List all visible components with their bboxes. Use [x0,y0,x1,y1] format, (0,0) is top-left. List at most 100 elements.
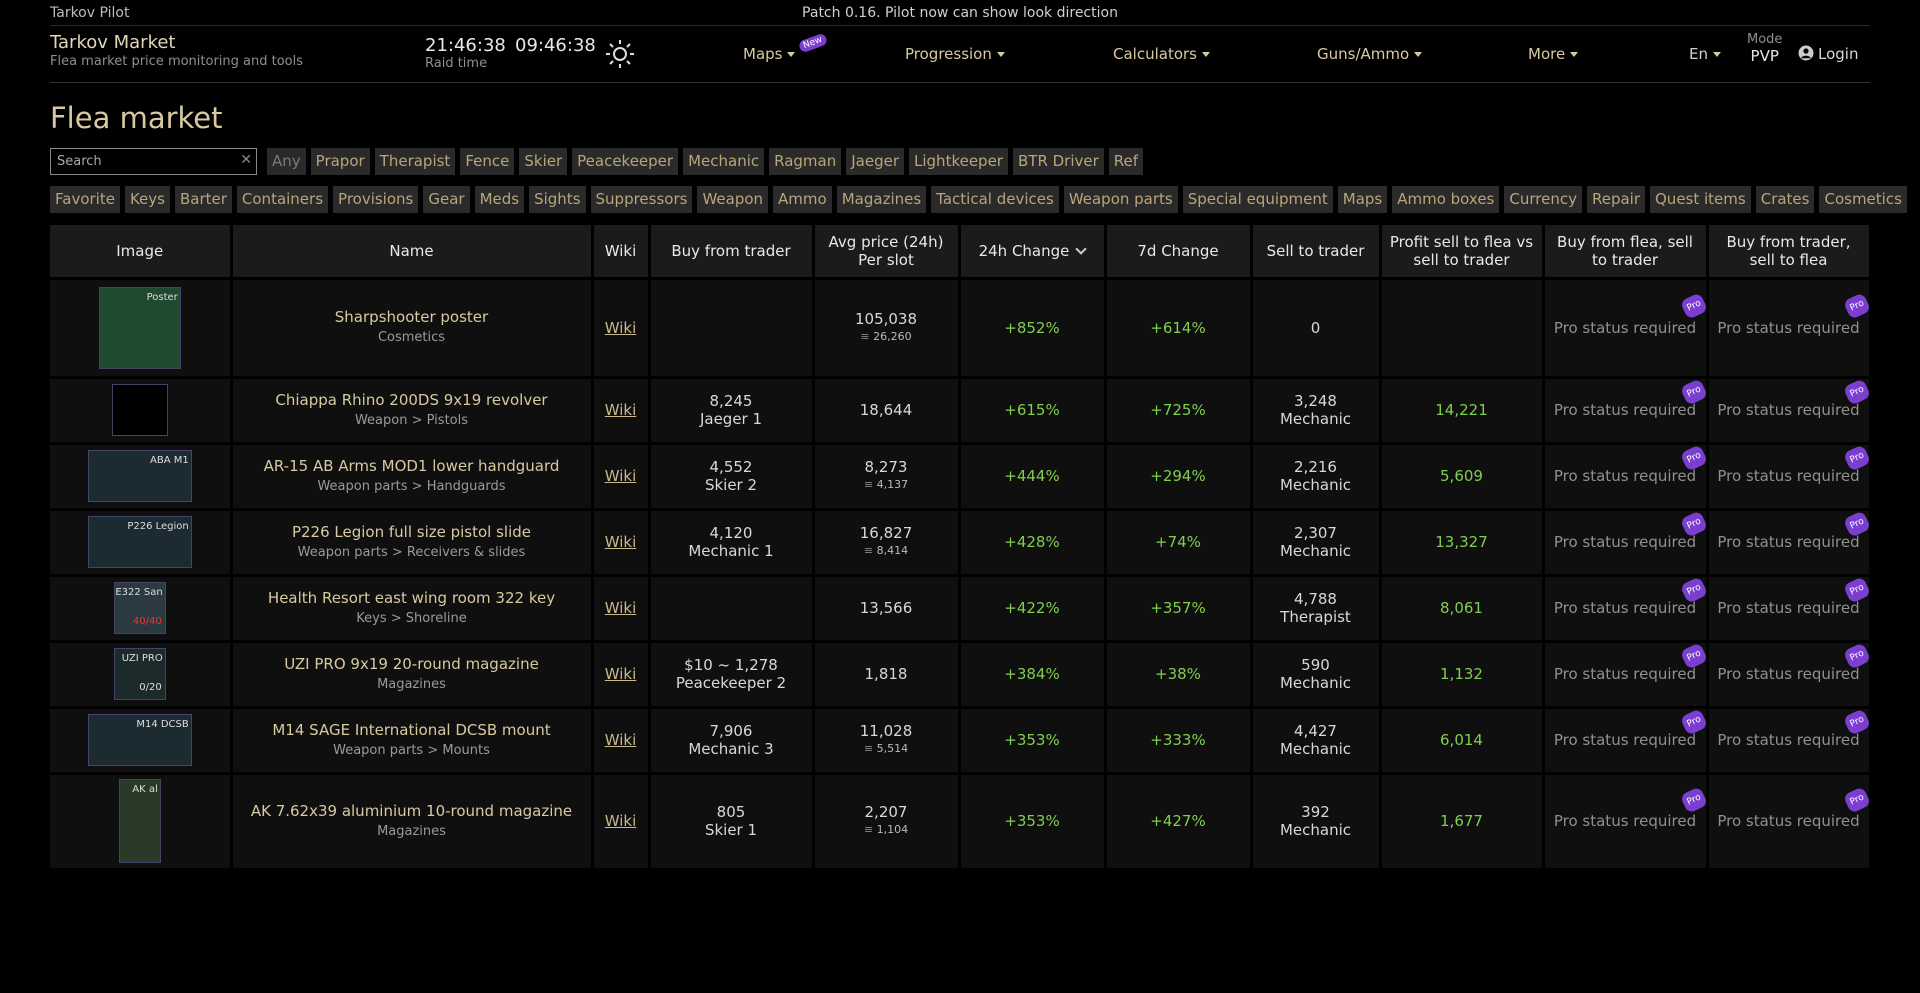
trader-chip-any[interactable]: Any [267,148,306,175]
item-category[interactable]: Magazines [237,823,587,841]
wiki-link[interactable]: Wiki [605,665,637,683]
nav-progression[interactable]: Progression [905,45,1005,63]
trader-to-flea-cell[interactable]: Pro status required Pro [1707,441,1872,509]
category-chip-favorite[interactable]: Favorite [50,186,120,213]
clear-search-icon[interactable]: ✕ [240,152,252,168]
trader-chip-jaeger[interactable]: Jaeger [846,148,905,175]
trader-chip-peacekeeper[interactable]: Peacekeeper [572,148,679,175]
item-name[interactable]: AR-15 AB Arms MOD1 lower handguard [237,457,587,475]
table-row[interactable]: Poster Sharpshooter poster Cosmetics Wiki 10… [50,276,1872,377]
table-row[interactable]: M14 DCSB M14 SAGE International DCSB moun… [50,705,1872,773]
search-input[interactable] [51,149,231,174]
category-chip-provisions[interactable]: Provisions [333,186,419,213]
wiki-link[interactable]: Wiki [605,467,637,485]
trader-chip-fence[interactable]: Fence [460,148,515,175]
category-chip-sights[interactable]: Sights [529,186,586,213]
wiki-link[interactable]: Wiki [605,599,637,617]
flea-to-trader-cell[interactable]: Pro status required Pro [1543,771,1709,868]
item-thumbnail[interactable] [111,384,168,436]
flea-to-trader-cell[interactable]: Pro status required Pro [1543,639,1709,707]
wiki-link[interactable]: Wiki [605,533,637,551]
item-thumbnail[interactable]: P226 Legion [87,516,192,568]
item-name-cell[interactable]: Health Resort east wing room 322 key Keys… [231,573,594,641]
category-chip-suppressors[interactable]: Suppressors [590,186,693,213]
item-name-cell[interactable]: Sharpshooter poster Cosmetics [231,276,594,377]
language-select[interactable]: En [1689,45,1721,63]
item-name-cell[interactable]: M14 SAGE International DCSB mount Weapon … [231,705,594,773]
wiki-link[interactable]: Wiki [605,731,637,749]
site-title[interactable]: Tarkov Market [50,32,303,53]
trader-chip-ragman[interactable]: Ragman [769,148,842,175]
trader-to-flea-cell[interactable]: Pro status required Pro [1707,573,1872,641]
trader-chip-prapor[interactable]: Prapor [310,148,370,175]
column-header-profit[interactable]: Profit sell to flea vs sell to trader [1380,225,1545,278]
item-name[interactable]: Health Resort east wing room 322 key [237,589,587,607]
item-category[interactable]: Weapon parts > Handguards [237,478,587,496]
category-chip-weapon-parts[interactable]: Weapon parts [1063,186,1178,213]
item-name[interactable]: P226 Legion full size pistol slide [237,523,587,541]
item-category[interactable]: Cosmetics [237,329,587,347]
column-header-flea-to-trader[interactable]: Buy from flea, sell to trader [1543,225,1709,278]
item-name-cell[interactable]: AK 7.62x39 aluminium 10-round magazine Ma… [231,771,594,868]
item-name[interactable]: Sharpshooter poster [237,308,587,326]
nav-maps[interactable]: Maps New [743,32,828,63]
item-thumbnail[interactable]: AK al [118,779,161,864]
item-name-cell[interactable]: AR-15 AB Arms MOD1 lower handguard Weapon… [231,441,594,509]
item-category[interactable]: Magazines [237,676,587,694]
table-row[interactable]: AK al AK 7.62x39 aluminium 10-round magaz… [50,771,1872,868]
category-chip-maps[interactable]: Maps [1337,186,1388,213]
item-thumbnail[interactable]: UZI PRO 0/20 [113,648,166,700]
trader-to-flea-cell[interactable]: Pro status required Pro [1707,771,1872,868]
flea-to-trader-cell[interactable]: Pro status required Pro [1543,573,1709,641]
mode-switch[interactable]: Mode PVP [1747,32,1782,65]
table-row[interactable]: E322 San 40/40 Health Resort east wing roo… [50,573,1872,641]
category-chip-cosmetics[interactable]: Cosmetics [1819,186,1907,213]
trader-chip-skier[interactable]: Skier [519,148,568,175]
flea-to-trader-cell[interactable]: Pro status required Pro [1543,705,1709,773]
category-chip-meds[interactable]: Meds [474,186,525,213]
trader-to-flea-cell[interactable]: Pro status required Pro [1707,639,1872,707]
category-chip-repair[interactable]: Repair [1586,186,1645,213]
trader-to-flea-cell[interactable]: Pro status required Pro [1707,705,1872,773]
theme-sun-icon[interactable] [605,39,635,69]
patch-notice[interactable]: Patch 0.16. Pilot now can show look dire… [50,5,1870,21]
item-category[interactable]: Weapon parts > Receivers & slides [237,544,587,562]
item-name-cell[interactable]: UZI PRO 9x19 20-round magazine Magazines [231,639,594,707]
trader-chip-mechanic[interactable]: Mechanic [683,148,765,175]
category-chip-magazines[interactable]: Magazines [836,186,927,213]
item-name[interactable]: M14 SAGE International DCSB mount [237,721,587,739]
trader-chip-ref[interactable]: Ref [1108,148,1144,175]
item-thumbnail[interactable]: M14 DCSB [87,714,192,766]
column-header-7d-change[interactable]: 7d Change [1105,225,1253,278]
category-chip-special-equipment[interactable]: Special equipment [1182,186,1333,213]
wiki-link[interactable]: Wiki [605,401,637,419]
flea-to-trader-cell[interactable]: Pro status required Pro [1543,375,1709,443]
column-header-24h-change[interactable]: 24h Change [959,225,1107,278]
item-name[interactable]: Chiappa Rhino 200DS 9x19 revolver [237,391,587,409]
category-chip-quest-items[interactable]: Quest items [1650,186,1751,213]
item-name[interactable]: UZI PRO 9x19 20-round magazine [237,655,587,673]
item-name[interactable]: AK 7.62x39 aluminium 10-round magazine [237,802,587,820]
column-header-avg-price[interactable]: Avg price (24h) Per slot [813,225,961,278]
item-category[interactable]: Weapon parts > Mounts [237,742,587,760]
item-category[interactable]: Weapon > Pistols [237,412,587,430]
table-row[interactable]: UZI PRO 0/20 UZI PRO 9x19 20-round magazin… [50,639,1872,707]
column-header-buy-from-trader[interactable]: Buy from trader [649,225,815,278]
wiki-link[interactable]: Wiki [605,812,637,830]
category-chip-gear[interactable]: Gear [423,186,470,213]
table-row[interactable]: Chiappa Rhino 200DS 9x19 revolver Weapon … [50,375,1872,443]
nav-calculators[interactable]: Calculators [1113,45,1210,63]
item-thumbnail[interactable]: E322 San 40/40 [113,582,166,634]
flea-to-trader-cell[interactable]: Pro status required Pro [1543,276,1709,377]
brand[interactable]: Tarkov Market Flea market price monitori… [50,32,303,69]
category-chip-ammo[interactable]: Ammo [773,186,832,213]
flea-to-trader-cell[interactable]: Pro status required Pro [1543,507,1709,575]
trader-chip-therapist[interactable]: Therapist [374,148,456,175]
category-chip-crates[interactable]: Crates [1755,186,1815,213]
category-chip-tactical-devices[interactable]: Tactical devices [931,186,1059,213]
trader-chip-lightkeeper[interactable]: Lightkeeper [909,148,1008,175]
table-row[interactable]: P226 Legion P226 Legion full size pistol … [50,507,1872,575]
item-name-cell[interactable]: P226 Legion full size pistol slide Weapon… [231,507,594,575]
item-thumbnail[interactable]: Poster [98,286,181,369]
column-header-name[interactable]: Name [231,225,594,278]
